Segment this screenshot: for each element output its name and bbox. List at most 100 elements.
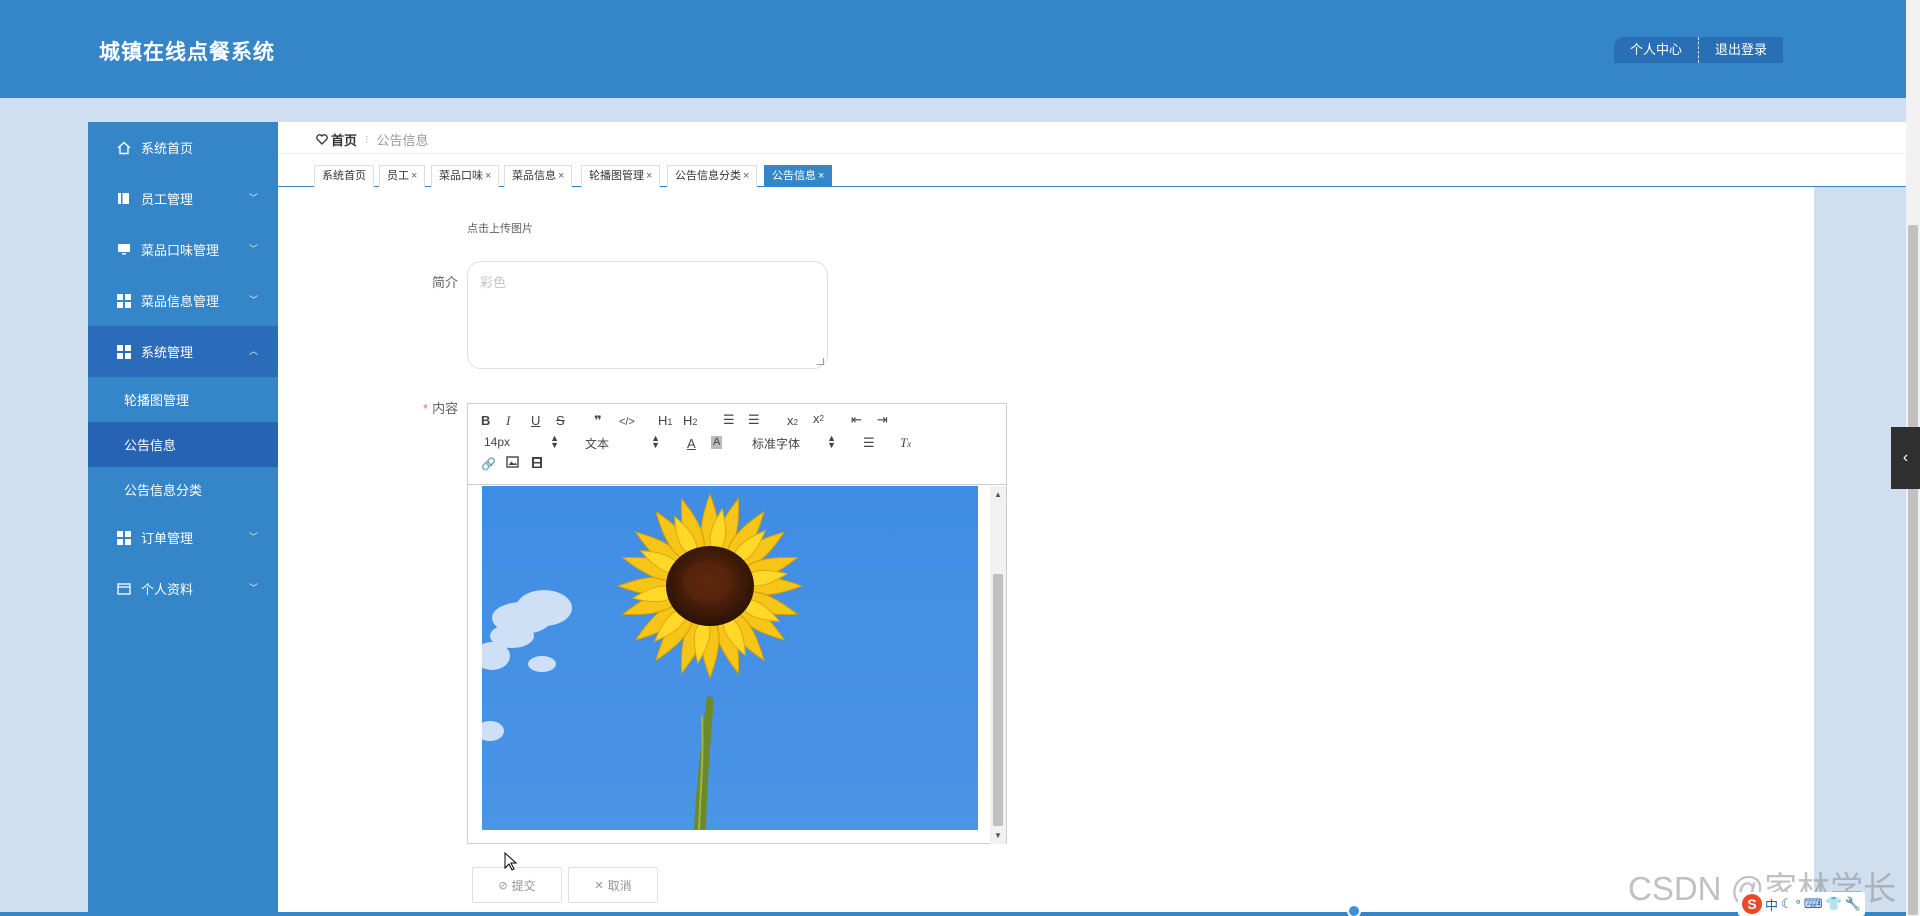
- strikethrough-icon[interactable]: S: [556, 413, 565, 429]
- editor-content-image[interactable]: [482, 486, 978, 830]
- header-select[interactable]: 文本 ▲ ▼: [585, 433, 660, 452]
- outdent-icon[interactable]: ⇤: [851, 412, 862, 428]
- shirt-icon[interactable]: 👕: [1826, 896, 1842, 912]
- mouse-cursor-icon: [504, 852, 518, 871]
- sidebar-item-system[interactable]: 系统管理 ︿: [88, 326, 278, 377]
- sidebar-item-staff[interactable]: 员工管理 ﹀: [88, 173, 278, 224]
- id-card-icon: [116, 581, 131, 596]
- resize-handle-icon[interactable]: [817, 358, 824, 365]
- align-icon[interactable]: ☰: [863, 435, 875, 451]
- sidebar-item-home[interactable]: 系统首页: [88, 122, 278, 173]
- tab-notice[interactable]: 公告信息 ×: [764, 165, 833, 187]
- bottom-dot: [1347, 904, 1361, 916]
- sidebar-subitem-notice[interactable]: 公告信息: [88, 422, 278, 467]
- moon-icon[interactable]: ☾: [1781, 896, 1793, 912]
- scroll-up-icon[interactable]: ▲: [994, 490, 1002, 499]
- font-color-icon[interactable]: A: [687, 436, 696, 452]
- sidebar-item-label: 个人资料: [141, 582, 194, 597]
- main-content: 首页 ⁝ 公告信息 系统首页 员工 × 菜品口味 × 菜品信息 × 轮播图管理 × 公告…: [278, 122, 1906, 916]
- keyboard-icon[interactable]: ⌨: [1804, 896, 1823, 912]
- tab-notice-category[interactable]: 公告信息分类 ×: [667, 165, 758, 187]
- home-icon: [116, 140, 131, 155]
- video-icon[interactable]: [531, 456, 543, 473]
- close-icon[interactable]: ×: [558, 170, 564, 182]
- heart-icon: [316, 134, 328, 145]
- select-arrow-icon: ▲ ▼: [651, 433, 660, 450]
- bottom-progress-line: [0, 912, 1906, 916]
- subscript-icon[interactable]: x2: [787, 413, 798, 431]
- code-block-icon[interactable]: </>: [619, 414, 635, 430]
- sidebar-item-dish-info[interactable]: 菜品信息管理 ﹀: [88, 275, 278, 326]
- sidebar-item-label: 系统管理: [141, 345, 194, 360]
- bold-icon[interactable]: B: [481, 413, 490, 429]
- tabs-bar: 系统首页 员工 × 菜品口味 × 菜品信息 × 轮播图管理 × 公告信息分类 × 公告信息…: [278, 162, 1906, 187]
- chevron-down-icon: ﹀: [248, 193, 258, 203]
- close-icon[interactable]: ×: [818, 170, 824, 182]
- sidebar-subitem-notice-category[interactable]: 公告信息分类: [88, 467, 278, 512]
- tab-carousel[interactable]: 轮播图管理 ×: [581, 165, 661, 187]
- cancel-button[interactable]: ✕ 取消: [568, 867, 658, 903]
- select-arrow-icon: ▲ ▼: [827, 433, 836, 450]
- breadcrumb-separator-icon: ⁝: [365, 134, 369, 146]
- header-bar: 城镇在线点餐系统 个人中心 退出登录: [0, 0, 1906, 98]
- superscript-icon[interactable]: x2: [813, 411, 824, 427]
- close-icon[interactable]: ×: [485, 170, 491, 182]
- editor-scrollbar-thumb[interactable]: [993, 574, 1003, 826]
- rich-text-editor[interactable]: B I U S ❞ </> H1 H2 ☰ ☰ x2 x2 ⇤ ⇥ 14px ▲ ▼…: [467, 403, 1007, 844]
- close-icon[interactable]: ×: [646, 170, 652, 182]
- image-icon[interactable]: [506, 456, 519, 472]
- sidebar: 系统首页 员工管理 ﹀ 菜品口味管理 ﹀ 菜品信息管理 ﹀ 系统管理 ︿ 轮播图…: [88, 122, 278, 916]
- logout-button[interactable]: 退出登录: [1699, 37, 1784, 63]
- blockquote-icon[interactable]: ❞: [594, 413, 602, 429]
- page-scrollbar-thumb[interactable]: [1908, 225, 1918, 915]
- close-icon[interactable]: ×: [743, 170, 749, 182]
- sidebar-subitem-carousel[interactable]: 轮播图管理: [88, 377, 278, 422]
- background-color-icon[interactable]: A: [711, 436, 723, 449]
- grid-icon: [116, 293, 131, 308]
- book-icon: [116, 191, 131, 206]
- clear-format-icon[interactable]: Tx: [900, 435, 911, 452]
- breadcrumb-current: 公告信息: [376, 133, 429, 148]
- intro-label: 简介: [432, 275, 459, 290]
- tab-staff[interactable]: 员工 ×: [379, 165, 426, 187]
- collapse-handle-chevron-left-icon[interactable]: ‹: [1891, 427, 1920, 489]
- heading-1-icon[interactable]: H1: [658, 413, 672, 430]
- font-size-select[interactable]: 14px ▲ ▼: [484, 434, 559, 451]
- tab-home[interactable]: 系统首页: [314, 165, 374, 187]
- grid-icon: [116, 344, 131, 359]
- scroll-down-icon[interactable]: ▼: [994, 831, 1002, 840]
- ordered-list-icon[interactable]: ☰: [723, 412, 735, 428]
- check-circle-icon: ⊘: [498, 879, 508, 892]
- sidebar-item-orders[interactable]: 订单管理 ﹀: [88, 512, 278, 563]
- sogou-icon: S: [1742, 894, 1762, 914]
- sidebar-item-flavor[interactable]: 菜品口味管理 ﹀: [88, 224, 278, 275]
- profile-button[interactable]: 个人中心: [1614, 37, 1700, 63]
- ime-toolbar[interactable]: S 中 ☾ ° ⌨ 👕 🔧: [1738, 892, 1866, 916]
- submit-button[interactable]: ⊘ 提交: [472, 867, 562, 903]
- upload-hint[interactable]: 点击上传图片: [467, 220, 533, 236]
- ime-lang[interactable]: 中: [1765, 895, 1778, 914]
- chevron-down-icon: ﹀: [248, 583, 258, 593]
- sidebar-item-label: 菜品口味管理: [141, 243, 220, 258]
- chevron-down-icon: ﹀: [248, 532, 258, 542]
- font-family-select[interactable]: 标准字体 ▲ ▼: [752, 433, 836, 452]
- editor-toolbar: B I U S ❞ </> H1 H2 ☰ ☰ x2 x2 ⇤ ⇥ 14px ▲ ▼…: [468, 404, 1006, 485]
- close-icon[interactable]: ×: [411, 170, 417, 182]
- monitor-icon: [116, 242, 131, 257]
- italic-icon[interactable]: I: [506, 413, 510, 429]
- tab-dish-info[interactable]: 菜品信息 ×: [504, 165, 573, 187]
- breadcrumb-home[interactable]: 首页: [316, 130, 357, 149]
- dots-icon[interactable]: °: [1796, 897, 1801, 912]
- intro-textarea[interactable]: 彩色: [467, 261, 828, 369]
- indent-icon[interactable]: ⇥: [877, 412, 888, 428]
- underline-icon[interactable]: U: [531, 413, 540, 429]
- bullet-list-icon[interactable]: ☰: [748, 412, 760, 428]
- tab-flavor[interactable]: 菜品口味 ×: [431, 165, 500, 187]
- sidebar-item-label: 菜品信息管理: [141, 294, 220, 309]
- wrench-icon[interactable]: 🔧: [1845, 896, 1861, 912]
- heading-2-icon[interactable]: H2: [683, 413, 697, 430]
- breadcrumb: 首页 ⁝ 公告信息: [316, 130, 429, 149]
- sidebar-item-profile[interactable]: 个人资料 ﹀: [88, 563, 278, 614]
- link-icon[interactable]: 🔗: [481, 456, 496, 472]
- editor-scrollbar[interactable]: ▲ ▼: [990, 486, 1006, 844]
